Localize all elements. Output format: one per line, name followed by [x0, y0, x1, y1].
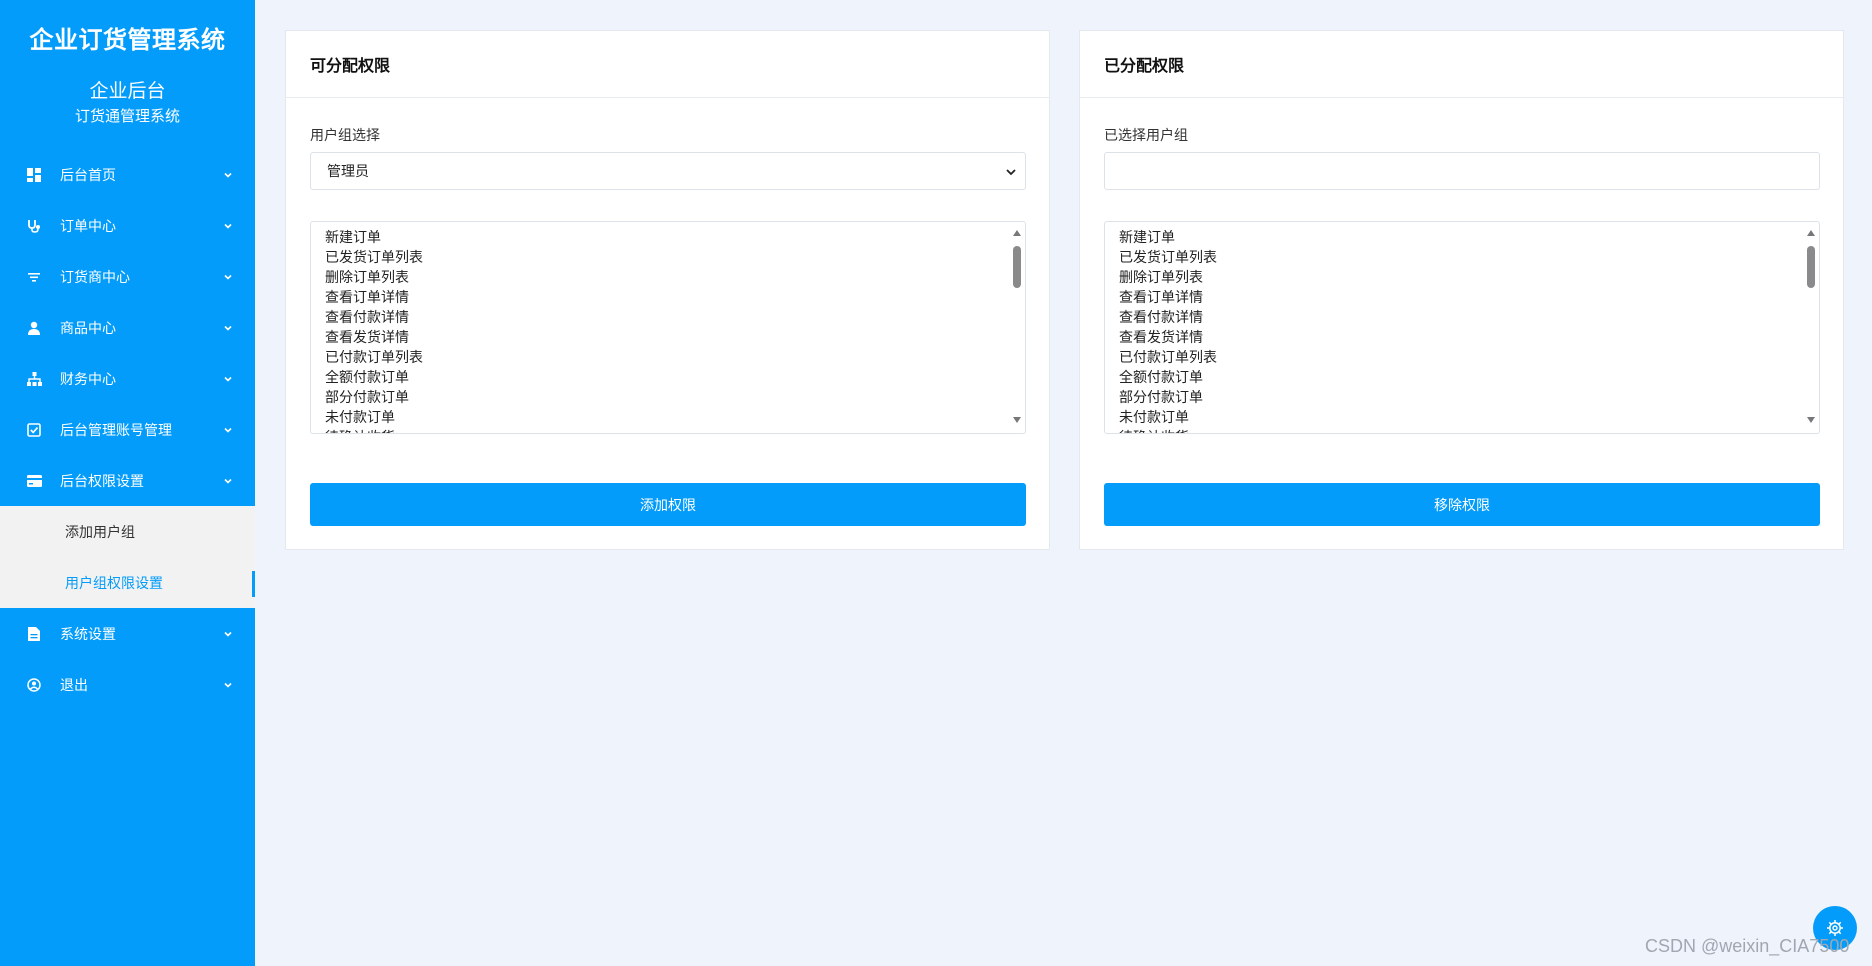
- sidebar-item-finance[interactable]: 财务中心: [0, 353, 255, 404]
- permission-option[interactable]: 查看付款详情: [1119, 308, 1805, 328]
- selected-group-field[interactable]: [1104, 152, 1820, 190]
- permission-option[interactable]: 全额付款订单: [1119, 368, 1805, 388]
- permission-option[interactable]: 已发货订单列表: [325, 248, 1011, 268]
- remove-permission-button[interactable]: 移除权限: [1104, 483, 1820, 526]
- document-icon: [26, 626, 42, 642]
- permission-option[interactable]: 未付款订单: [1119, 408, 1805, 428]
- permission-option[interactable]: 待确认收货: [325, 428, 1011, 433]
- permission-option[interactable]: 删除订单列表: [1119, 268, 1805, 288]
- scrollbar[interactable]: [1011, 224, 1023, 431]
- sub-brand: 企业后台 订货通管理系统: [0, 66, 255, 138]
- permission-option[interactable]: 查看付款详情: [325, 308, 1011, 328]
- assigned-permissions-list[interactable]: 新建订单 已发货订单列表 删除订单列表 查看订单详情 查看付款详情 查看发货详情 已付款订单…: [1104, 221, 1820, 434]
- card-icon: [26, 473, 42, 489]
- scrollbar-thumb[interactable]: [1807, 246, 1815, 288]
- chevron-down-icon: [1006, 169, 1016, 176]
- chevron-down-icon: [224, 325, 232, 331]
- chevron-down-icon: [224, 478, 232, 484]
- permission-option[interactable]: 部分付款订单: [1119, 388, 1805, 408]
- user-icon: [26, 320, 42, 336]
- selected-group-label: 已选择用户组: [1104, 128, 1188, 144]
- sidebar-item-dealers[interactable]: 订货商中心: [0, 251, 255, 302]
- permission-option[interactable]: 已发货订单列表: [1119, 248, 1805, 268]
- submenu-item-group-permissions[interactable]: 用户组权限设置: [0, 557, 255, 608]
- scroll-down-arrow-icon[interactable]: [1807, 417, 1815, 423]
- scroll-up-arrow-icon[interactable]: [1013, 230, 1021, 236]
- card-title: 已分配权限: [1080, 31, 1843, 98]
- submenu-item-add-group[interactable]: 添加用户组: [0, 506, 255, 557]
- sidebar-menu: 后台首页 订单中心 订货商中心 商品中心 财务中心 后台管理账号管理 后台权限设…: [0, 149, 255, 710]
- sidebar-item-admin-accounts[interactable]: 后台管理账号管理: [0, 404, 255, 455]
- user-group-select-value: 管理员: [327, 164, 369, 180]
- permission-option[interactable]: 新建订单: [1119, 228, 1805, 248]
- filter-icon: [26, 269, 42, 285]
- sitemap-icon: [26, 371, 42, 387]
- app-title: 企业订货管理系统: [29, 26, 226, 54]
- sidebar-item-logout[interactable]: 退出: [0, 659, 255, 710]
- permission-option[interactable]: 部分付款订单: [325, 388, 1011, 408]
- gear-icon: [1827, 920, 1843, 936]
- card-title: 可分配权限: [286, 31, 1049, 98]
- permission-option[interactable]: 全额付款订单: [325, 368, 1011, 388]
- watermark: CSDN @weixin_CIA7500: [1645, 936, 1850, 956]
- permission-option[interactable]: 未付款订单: [325, 408, 1011, 428]
- checkbox-icon: [26, 422, 42, 438]
- permission-option[interactable]: 已付款订单列表: [1119, 348, 1805, 368]
- chevron-down-icon: [224, 631, 232, 637]
- permission-option[interactable]: 删除订单列表: [325, 268, 1011, 288]
- sidebar: 企业订货管理系统 企业后台 订货通管理系统 后台首页 订单中心 订货商中心 商品…: [0, 0, 255, 966]
- assigned-permissions-card: 已分配权限 已选择用户组 新建订单 已发货订单列表 删除订单列表 查看订单详情 查看付款…: [1079, 30, 1844, 550]
- scrollbar[interactable]: [1805, 224, 1817, 431]
- user-group-select[interactable]: 管理员: [310, 152, 1026, 190]
- user-circle-icon: [26, 677, 42, 693]
- scroll-down-arrow-icon[interactable]: [1013, 417, 1021, 423]
- sub-brand-title: 企业后台: [89, 80, 166, 102]
- permission-option[interactable]: 查看发货详情: [1119, 328, 1805, 348]
- sidebar-item-home[interactable]: 后台首页: [0, 149, 255, 200]
- sidebar-item-permissions[interactable]: 后台权限设置: [0, 455, 255, 506]
- add-permission-button[interactable]: 添加权限: [310, 483, 1026, 526]
- stethoscope-icon: [26, 218, 42, 234]
- chevron-down-icon: [224, 427, 232, 433]
- sidebar-item-system-settings[interactable]: 系统设置: [0, 608, 255, 659]
- permission-option[interactable]: 查看订单详情: [325, 288, 1011, 308]
- chevron-down-icon: [224, 682, 232, 688]
- group-select-label: 用户组选择: [310, 128, 380, 144]
- chevron-down-icon: [224, 223, 232, 229]
- scrollbar-thumb[interactable]: [1013, 246, 1021, 288]
- permission-option[interactable]: 查看订单详情: [1119, 288, 1805, 308]
- chevron-down-icon: [224, 172, 232, 178]
- chevron-down-icon: [224, 274, 232, 280]
- permission-option[interactable]: 已付款订单列表: [325, 348, 1011, 368]
- chevron-down-icon: [224, 376, 232, 382]
- scroll-up-arrow-icon[interactable]: [1807, 230, 1815, 236]
- sidebar-item-products[interactable]: 商品中心: [0, 302, 255, 353]
- available-permissions-card: 可分配权限 用户组选择 管理员 新建订单 已发货订单列表 删除订单列表 查看订单详情查…: [285, 30, 1050, 550]
- dashboard-icon: [26, 167, 42, 183]
- permission-option[interactable]: 待确认收货: [1119, 428, 1805, 433]
- available-permissions-list[interactable]: 新建订单 已发货订单列表 删除订单列表 查看订单详情 查看付款详情 查看发货详情 已付款订单…: [310, 221, 1026, 434]
- sidebar-item-orders[interactable]: 订单中心: [0, 200, 255, 251]
- permission-option[interactable]: 新建订单: [325, 228, 1011, 248]
- sub-brand-caption: 订货通管理系统: [74, 107, 180, 125]
- permissions-submenu: 添加用户组 用户组权限设置: [0, 506, 255, 608]
- permission-option[interactable]: 查看发货详情: [325, 328, 1011, 348]
